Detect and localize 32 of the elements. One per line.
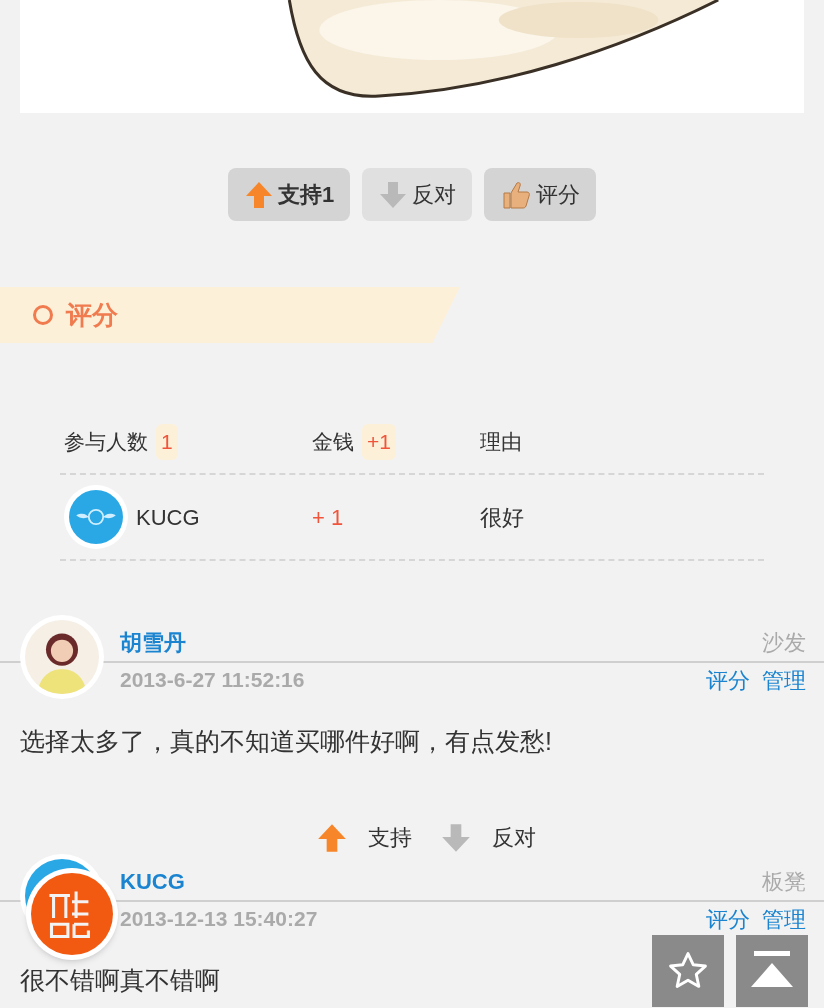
comment-text: 很不错啊真不错啊 xyxy=(20,965,220,996)
reason-text: 很好 xyxy=(480,503,525,532)
action-link[interactable]: 评分 xyxy=(706,663,750,697)
floor-label: 沙发 xyxy=(762,629,806,657)
column-header: 参与人数 xyxy=(64,429,148,456)
floor-label: 板凳 xyxy=(762,868,806,896)
column-header: 理由 xyxy=(480,429,522,456)
down-arrow-icon xyxy=(378,179,409,210)
post-time: 2013-6-27 11:52:16 xyxy=(120,667,305,694)
vote-link[interactable]: 支持 xyxy=(316,821,412,854)
action-link[interactable]: 管理 xyxy=(762,902,806,936)
vote-button[interactable]: 评分 xyxy=(484,168,597,221)
money-value: + 1 xyxy=(312,503,345,532)
post-time: 2013-12-13 15:40:27 xyxy=(120,906,318,933)
back-to-top-button[interactable] xyxy=(736,935,808,1007)
author-name[interactable]: KUCG xyxy=(120,865,185,898)
author-name[interactable]: 胡雪丹 xyxy=(120,626,186,659)
down-arrow-icon xyxy=(440,821,472,854)
count-badge: 1 xyxy=(156,424,178,460)
favorite-button[interactable] xyxy=(652,935,724,1007)
vote-link[interactable]: 反对 xyxy=(440,821,536,854)
vote-button[interactable]: 反对 xyxy=(362,168,473,221)
section-title: 评分 xyxy=(66,298,118,332)
count-badge: +1 xyxy=(362,424,396,460)
circle-icon xyxy=(32,304,54,326)
site-logo-icon[interactable] xyxy=(26,868,118,960)
action-link[interactable]: 管理 xyxy=(762,663,806,697)
column-header: 金钱 xyxy=(312,429,354,456)
comment-text: 选择太多了，真的不知道买哪件好啊，有点发愁! xyxy=(20,726,552,757)
vote-button[interactable]: 支持1 xyxy=(227,168,351,221)
user-name: KUCG xyxy=(136,503,200,532)
action-link[interactable]: 评分 xyxy=(706,902,750,936)
